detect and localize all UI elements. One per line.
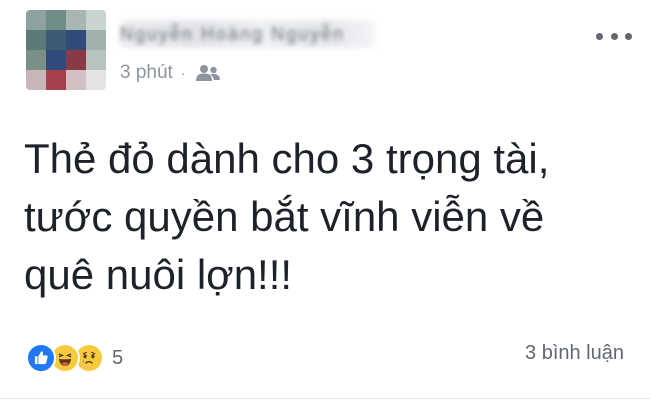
comment-count-link[interactable]: 3 bình luận [525,342,624,365]
friends-icon[interactable] [195,64,221,82]
meta-separator: · [180,65,186,81]
post-text-line: Thẻ đỏ dành cho 3 trọng tài, [24,135,550,182]
author-name-text: Nguyễn Hoàng Nguyễn [120,23,346,44]
post-text-line: quê nuôi lợn!!! [24,251,293,298]
author-name[interactable]: Nguyễn Hoàng Nguyễn [120,14,380,54]
post-text-line: tước quyền bắt vĩnh viễn về [24,193,545,240]
dot [625,32,632,40]
post-time[interactable]: 3 phút [120,62,173,84]
post-meta: 3 phút · [120,58,221,88]
dot [596,32,603,40]
more-options-icon[interactable] [596,28,632,44]
reactions-summary[interactable]: 5 [26,340,123,376]
divider [0,398,650,399]
post-text: Thẻ đỏ dành cho 3 trọng tài, tước quyền … [24,130,624,304]
facebook-post: Nguyễn Hoàng Nguyễn 3 phút · Thẻ đỏ dành… [0,0,650,414]
reaction-count: 5 [112,346,124,369]
dot [610,32,618,40]
like-icon [26,343,56,373]
avatar[interactable] [26,10,106,90]
